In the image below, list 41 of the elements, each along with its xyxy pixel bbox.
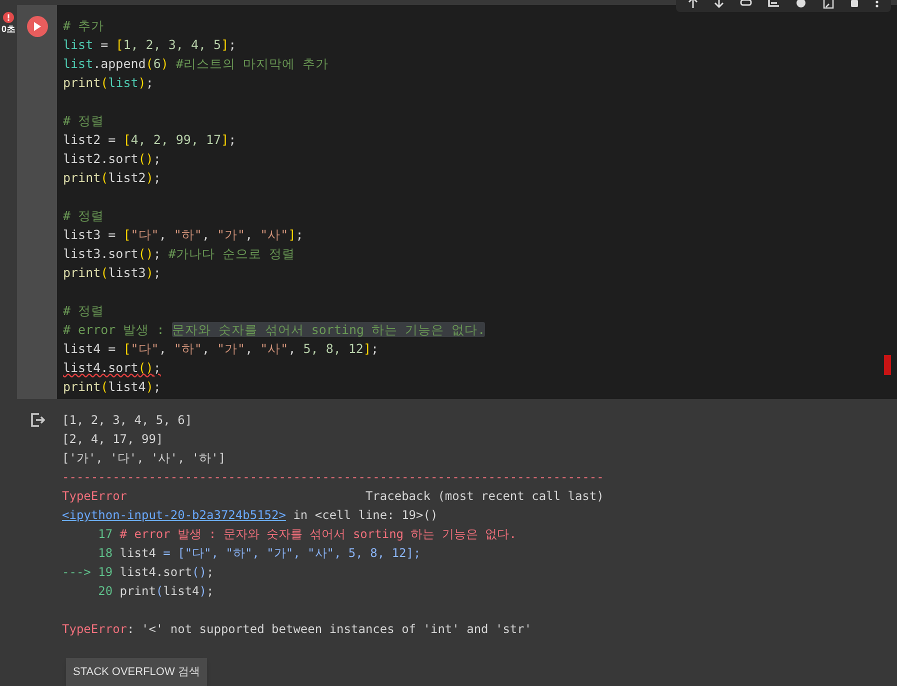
more-icon[interactable]: [875, 0, 880, 8]
code-line: list = [1, 2, 3, 4, 5];: [63, 36, 236, 52]
output-line: [1, 2, 3, 4, 5, 6]: [62, 413, 192, 427]
code-line: list.append(6) #리스트의 마지막에 추가: [63, 56, 328, 71]
code-line: # 정렬: [63, 302, 104, 318]
code-line: list4 = ["다", "하", "가", "사", 5, 8, 12];: [63, 340, 379, 356]
run-button[interactable]: [26, 16, 48, 37]
output-line: TypeError Traceback (most recent call last): [62, 489, 604, 503]
output-line: 20 print(list4);: [97, 584, 214, 598]
output-line: ['가', '다', '사', '하']: [62, 451, 226, 465]
delete-icon[interactable]: [850, 0, 860, 8]
code-line: list2 = [4, 2, 99, 17];: [63, 132, 236, 147]
comment-icon[interactable]: [768, 0, 780, 8]
execution-time: 0초: [1, 25, 16, 34]
code-line: # 정렬: [63, 112, 104, 128]
code-line: list3.sort(); #가나다 순으로 정렬: [63, 246, 295, 261]
code-line: # 정렬: [63, 208, 104, 223]
output-line: ---------------------------------------------------------------------------: [62, 470, 604, 484]
arrow-up-icon[interactable]: [688, 0, 698, 8]
arrow-down-icon[interactable]: [714, 0, 724, 8]
code-line: print(list4);: [63, 378, 161, 394]
code-line: list4.sort();: [63, 360, 161, 375]
code-line: print(list);: [63, 74, 154, 90]
output-line: 17 # error 발생 : 문자와 숫자를 섞어서 sorting 하는 기능은 없다.: [97, 527, 516, 541]
code-line: list3 = ["다", "하", "가", "사"];: [63, 226, 304, 242]
code-line: print(list3);: [63, 264, 161, 280]
window-icon[interactable]: [823, 0, 834, 9]
stack-overflow-search-button[interactable]: STACK OVERFLOW 검색: [66, 658, 207, 686]
output-line: 18 list4 = ["다", "하", "가", "사", 5, 8, 12];: [97, 546, 421, 560]
output-line: TypeError: '<' not supported between instances of 'int' and 'str': [62, 622, 532, 636]
error-icon: [3, 12, 14, 23]
code-line: print(list2);: [63, 170, 161, 185]
output-line: <ipython-input-20-b2a3724b5152> in <cell line: 19>(): [62, 508, 438, 522]
output-icon: [30, 413, 44, 427]
output-line: ---> 19 list4.sort();: [62, 565, 214, 579]
play-icon: [33, 22, 41, 31]
error-marker: [884, 354, 891, 375]
code-line: # error 발생 : 문자와 숫자를 섞어서 sorting 하는 기능은 없다.: [63, 322, 486, 337]
code-line: list2.sort();: [63, 150, 161, 166]
output-line: [2, 4, 17, 99]: [62, 432, 164, 446]
code-line: # 추가: [63, 18, 104, 33]
